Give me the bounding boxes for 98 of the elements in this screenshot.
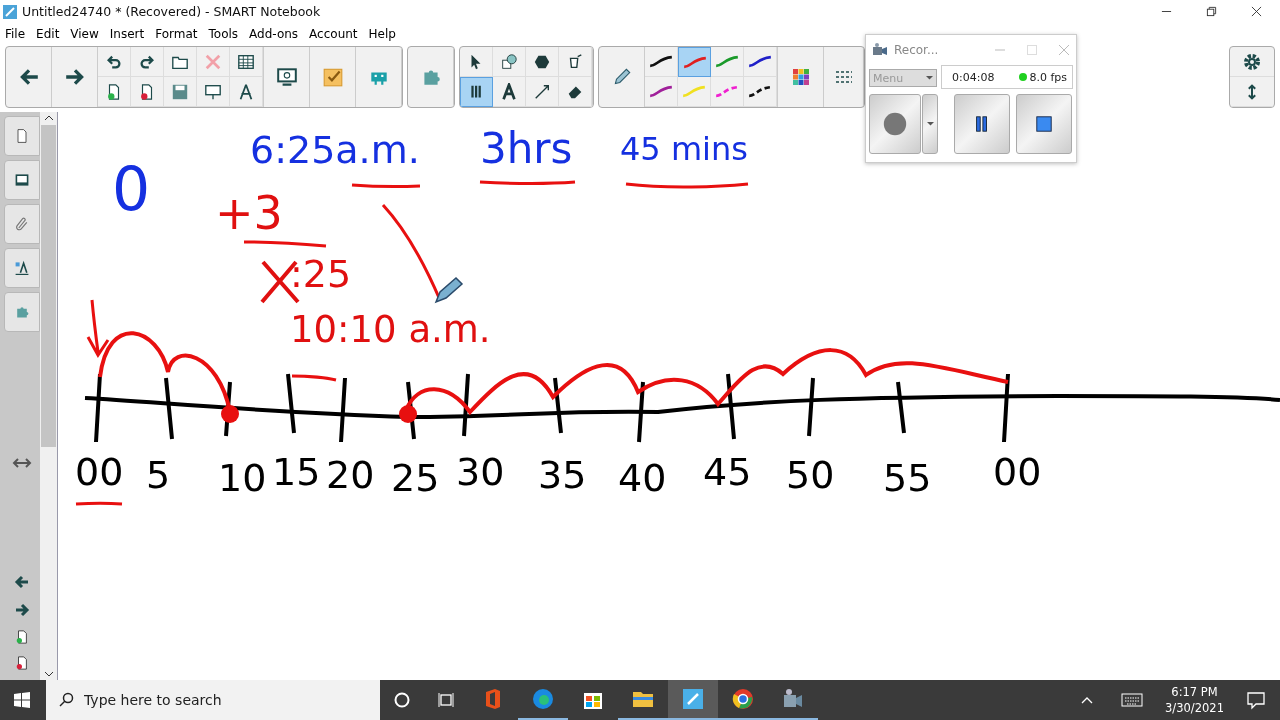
number-line-label: 15 bbox=[272, 452, 321, 494]
pointer-arrow bbox=[86, 298, 110, 357]
underline bbox=[351, 183, 421, 189]
handwritten-text: 10:10 a.m. bbox=[290, 310, 491, 351]
restore-icon[interactable] bbox=[1206, 6, 1217, 17]
screen-shade-button[interactable] bbox=[197, 77, 230, 107]
browser-icon bbox=[731, 687, 755, 711]
paperclip-icon bbox=[14, 216, 30, 232]
handwritten-text: :25 bbox=[290, 254, 352, 296]
frame-rate: 8.0 fps bbox=[1029, 70, 1067, 84]
screen-icon bbox=[204, 82, 222, 101]
window-title: Recor... bbox=[894, 43, 940, 57]
number-line-label: 50 bbox=[786, 455, 835, 497]
close-icon[interactable] bbox=[1251, 6, 1262, 17]
start-icon[interactable] bbox=[14, 692, 30, 708]
tool-button[interactable] bbox=[460, 77, 493, 107]
menu-item[interactable]: Account bbox=[309, 26, 358, 41]
add-page-icon[interactable] bbox=[15, 630, 29, 644]
floppy-icon bbox=[171, 82, 189, 101]
elapsed-time: 0:04:08 bbox=[952, 70, 995, 84]
task-view-icon[interactable] bbox=[438, 692, 454, 708]
number-line-label: 00 bbox=[75, 452, 124, 494]
number-line-label: 40 bbox=[618, 458, 667, 500]
menu-item[interactable]: Help bbox=[368, 26, 396, 41]
notifications-icon[interactable] bbox=[1246, 690, 1266, 710]
handwritten-text: 6:25a.m. bbox=[250, 130, 420, 172]
image-icon bbox=[14, 172, 30, 188]
next-page-icon[interactable] bbox=[14, 602, 30, 618]
letter-icon bbox=[500, 82, 518, 101]
number-line-label: 20 bbox=[326, 455, 375, 497]
chevron-up-icon[interactable] bbox=[43, 115, 54, 121]
caret-icon bbox=[926, 122, 934, 126]
search-icon bbox=[58, 692, 74, 708]
handwritten-text: +3 bbox=[215, 188, 283, 239]
notebook-icon bbox=[681, 687, 705, 711]
scrollbar[interactable] bbox=[40, 112, 58, 680]
number-line-label: 00 bbox=[993, 452, 1042, 494]
delete-page-button[interactable] bbox=[131, 77, 164, 107]
handwritten-text: 3hrs bbox=[480, 126, 573, 173]
resize-icon[interactable] bbox=[12, 457, 32, 469]
underline bbox=[75, 501, 123, 506]
number-line-label: 5 bbox=[146, 455, 171, 497]
shapes-icon bbox=[500, 52, 518, 71]
stop-button[interactable] bbox=[1016, 94, 1072, 154]
page-icon bbox=[14, 128, 30, 144]
delete-page-icon[interactable] bbox=[15, 656, 29, 670]
checkmark-icon bbox=[321, 66, 344, 88]
camera-icon bbox=[872, 42, 888, 58]
color-grid-icon bbox=[791, 68, 810, 86]
cross-icon bbox=[204, 52, 222, 71]
browser-icon bbox=[531, 687, 555, 711]
clock-date[interactable]: 3/30/2021 bbox=[1165, 700, 1224, 716]
settings-icon bbox=[1242, 51, 1262, 72]
number-line-label: 25 bbox=[391, 458, 440, 500]
underline bbox=[292, 374, 337, 382]
menu-item[interactable]: Edit bbox=[36, 26, 60, 41]
compass-icon bbox=[237, 82, 255, 101]
handwritten-text: 45 mins bbox=[620, 132, 748, 168]
text-style-icon bbox=[14, 260, 30, 276]
properties-tab[interactable] bbox=[4, 248, 40, 288]
clock-time[interactable]: 6:17 PM bbox=[1171, 684, 1218, 700]
stop-icon bbox=[1035, 115, 1053, 133]
number-line-label: 55 bbox=[883, 458, 932, 500]
number-line-label: 35 bbox=[538, 455, 587, 497]
scrollbar-thumb[interactable] bbox=[41, 125, 56, 447]
menu-item[interactable]: Tools bbox=[208, 26, 239, 41]
open-button[interactable] bbox=[164, 47, 197, 77]
menu-item[interactable]: Insert bbox=[109, 26, 145, 41]
pen-cursor-icon bbox=[434, 276, 464, 304]
add-page-button[interactable] bbox=[98, 77, 131, 107]
puzzle-icon bbox=[14, 304, 30, 320]
chevron-down-icon[interactable] bbox=[43, 671, 54, 677]
measurement-tools-button[interactable] bbox=[230, 77, 263, 107]
keyboard-icon[interactable] bbox=[1121, 693, 1144, 707]
menu-item[interactable]: View bbox=[70, 26, 99, 41]
record-button[interactable] bbox=[869, 94, 921, 154]
table-icon bbox=[237, 52, 255, 71]
handwritten-text: 0 bbox=[112, 156, 151, 222]
menu-item[interactable]: Add-ons bbox=[249, 26, 299, 41]
number-line-label: 45 bbox=[703, 452, 752, 494]
menu-item[interactable]: Format bbox=[155, 26, 198, 41]
gallery-tab[interactable] bbox=[4, 160, 40, 200]
search-field[interactable]: Type here to search bbox=[46, 680, 380, 720]
monitor-icon bbox=[275, 66, 298, 88]
undo-button[interactable] bbox=[98, 47, 131, 77]
pause-button[interactable] bbox=[954, 94, 1010, 154]
number-line-label: 10 bbox=[218, 458, 267, 500]
number-line-label: 30 bbox=[456, 452, 505, 494]
record-icon bbox=[881, 110, 909, 138]
caret-icon bbox=[926, 76, 933, 80]
save-button[interactable] bbox=[164, 77, 197, 107]
cortana-icon[interactable] bbox=[394, 692, 410, 708]
redo-button[interactable] bbox=[131, 47, 164, 77]
menu-item[interactable]: File bbox=[5, 26, 26, 41]
line-icon bbox=[533, 82, 551, 101]
window-title: Untitled24740 * (Recovered) - SMART Notebook bbox=[22, 4, 321, 19]
table-button[interactable] bbox=[230, 47, 263, 77]
previous-page-icon[interactable] bbox=[14, 574, 30, 590]
